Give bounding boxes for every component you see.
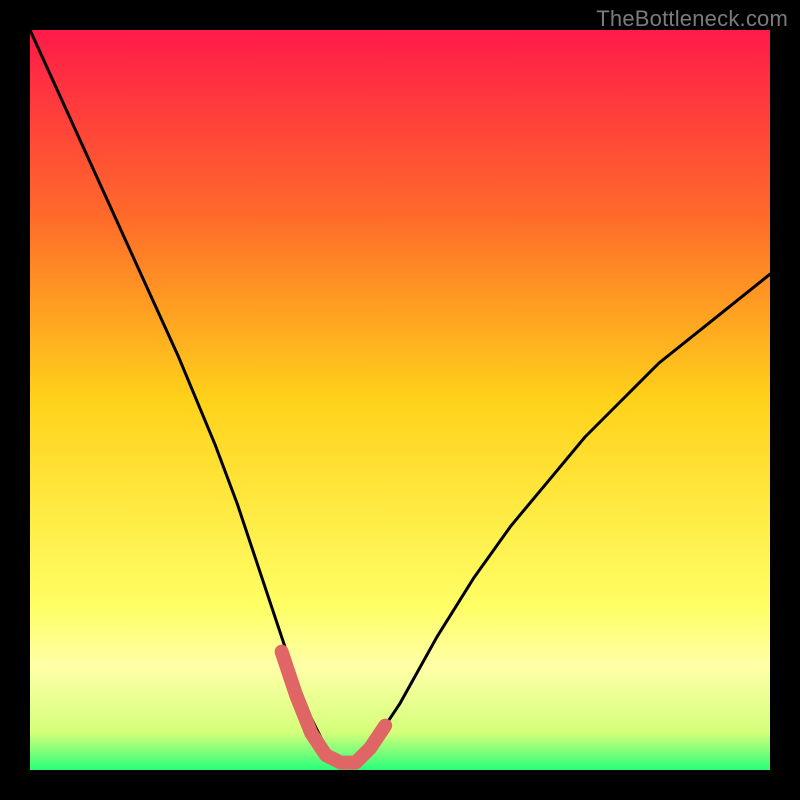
chart-frame [30, 30, 770, 770]
watermark-text: TheBottleneck.com [596, 6, 788, 32]
chart-svg [30, 30, 770, 770]
gradient-background [30, 30, 770, 770]
